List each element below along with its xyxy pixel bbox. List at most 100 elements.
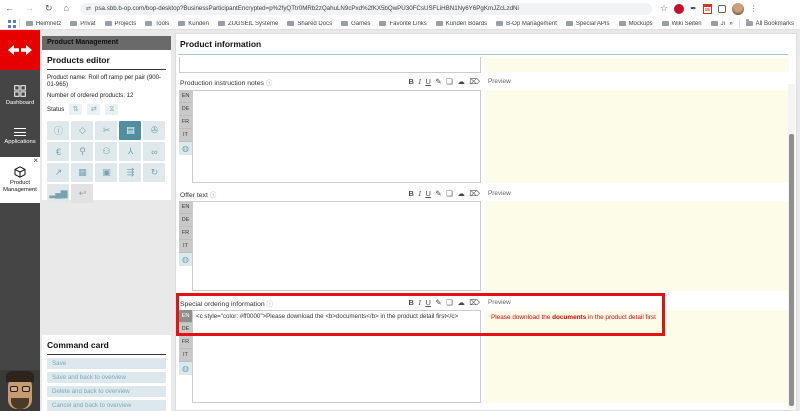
underline-icon[interactable]: U	[425, 189, 430, 198]
tool-mouse-icon[interactable]: ⚇	[95, 142, 117, 161]
lang-tab-fr[interactable]: FR	[179, 336, 192, 349]
bookmark-folder-kunden-boards[interactable]: Kunden Boards	[436, 21, 487, 27]
rail-item-applications[interactable]: Applications	[0, 128, 40, 145]
bold-icon[interactable]: B	[409, 189, 414, 198]
tool-trend-chart-icon[interactable]: ↗	[47, 163, 69, 182]
address-bar[interactable]: ⇄ psa.sbb.b-op.com/bop-desktop?BusinessP…	[80, 3, 652, 15]
tool-document-icon[interactable]: ▤	[119, 121, 141, 140]
bookmark-folder-games[interactable]: Games	[341, 21, 370, 27]
bookmark-folder-projects[interactable]: Projects	[105, 21, 137, 27]
back-icon[interactable]: ←	[5, 0, 14, 17]
bookmark-folder-special-apis[interactable]: Special APIs	[566, 21, 610, 27]
bookmark-folder-privat[interactable]: Privat	[70, 21, 95, 27]
tool-undo-icon[interactable]: ↩	[71, 184, 93, 203]
rail-item-product-management[interactable]: × Product Management	[0, 157, 40, 203]
tool-table-icon[interactable]: ▦	[71, 163, 93, 182]
extensions-icon[interactable]	[718, 5, 726, 13]
trash-icon[interactable]: ⌦	[469, 189, 480, 198]
translate-globe-button[interactable]: ◍	[179, 142, 192, 155]
clipped-editor-above[interactable]	[179, 57, 481, 73]
italic-icon[interactable]: I	[418, 189, 421, 198]
save-button[interactable]: Save	[47, 358, 166, 369]
selection-icon[interactable]: ❏	[446, 298, 453, 307]
bookmark-folder-tools[interactable]: Tools	[145, 21, 169, 27]
bookmarks-overflow-icon[interactable]: »	[729, 21, 732, 27]
tool-bar-chart-icon[interactable]: ▂▄▆	[47, 184, 69, 203]
lang-tab-en[interactable]: EN	[179, 310, 192, 323]
bookmark-star-icon[interactable]: ☆	[660, 3, 668, 14]
cloud-icon[interactable]: ☁	[457, 298, 465, 307]
close-icon[interactable]: ×	[33, 156, 38, 165]
info-icon[interactable]: ⓘ	[267, 301, 274, 308]
lang-tab-fr[interactable]: FR	[179, 227, 192, 240]
bookmark-folder-mockups[interactable]: Mockups	[619, 21, 653, 27]
offer-text-editor[interactable]	[192, 201, 481, 291]
tool-search-icon[interactable]: ⚲	[71, 142, 93, 161]
scrollbar-track[interactable]	[788, 84, 795, 409]
scrollbar-thumb[interactable]	[789, 134, 794, 406]
tool-tag-icon[interactable]: ◇	[71, 121, 93, 140]
site-info-icon[interactable]: ⇄	[86, 5, 91, 12]
tool-hierarchy-icon[interactable]: ⅄	[119, 142, 141, 161]
lang-tab-it[interactable]: IT	[179, 240, 192, 253]
trash-icon[interactable]: ⌦	[469, 77, 480, 86]
bookmark-folder-jira[interactable]: Jira	[711, 21, 726, 27]
browser-menu-icon[interactable]: ⋮	[750, 4, 758, 13]
tool-link-icon[interactable]: ∞	[143, 142, 165, 161]
info-icon[interactable]: ⓘ	[266, 80, 273, 87]
translate-globe-button[interactable]: ◍	[179, 362, 192, 375]
calendar-extension-icon[interactable]: 15	[703, 4, 712, 14]
bookmark-folder-zugseil[interactable]: ZUGSEIL Systeme	[218, 21, 278, 27]
bookmark-folder-bop-management[interactable]: B-Op Management	[496, 21, 557, 27]
rail-item-dashboard[interactable]: Dashboard	[0, 85, 40, 106]
tool-paperclip-icon[interactable]: ✇	[143, 121, 165, 140]
status-swap-arrows-icon[interactable]: ⇄	[87, 104, 100, 115]
pen-extension-icon[interactable]: ✒	[690, 4, 697, 13]
lang-tab-en[interactable]: EN	[179, 201, 192, 214]
pencil-icon[interactable]: ✎	[435, 298, 441, 307]
translate-globe-button[interactable]: ◍	[179, 253, 192, 266]
status-split-arrows-icon[interactable]: ⇅	[69, 104, 82, 115]
lang-tab-de[interactable]: DE	[179, 323, 192, 336]
bookmark-folder-favorite-links[interactable]: Favorite Links	[379, 21, 426, 27]
pencil-icon[interactable]: ✎	[435, 77, 441, 86]
selection-icon[interactable]: ❏	[446, 189, 453, 198]
forward-icon[interactable]: →	[25, 0, 34, 17]
pencil-icon[interactable]: ✎	[435, 189, 441, 198]
tool-sync-icon[interactable]: ↻	[143, 163, 165, 182]
bookmark-folder-shared-docs[interactable]: Shared Docs	[287, 21, 332, 27]
save-and-back-button[interactable]: Save and back to overview	[47, 372, 166, 383]
bookmark-folder-heimnetz[interactable]: Heimnetz	[26, 21, 61, 27]
status-hourglass-icon[interactable]: ⧖	[105, 104, 118, 115]
bookmark-folder-wiki-seiten[interactable]: Wiki Seiten	[662, 21, 702, 27]
user-photo[interactable]	[0, 370, 40, 411]
home-icon[interactable]: ⌂	[64, 0, 69, 17]
lang-tab-it[interactable]: IT	[179, 129, 192, 142]
delete-and-back-button[interactable]: Delete and back to overview	[47, 386, 166, 397]
italic-icon[interactable]: I	[418, 77, 421, 86]
info-icon[interactable]: ⓘ	[210, 192, 217, 199]
underline-icon[interactable]: U	[425, 298, 430, 307]
italic-icon[interactable]: I	[418, 298, 421, 307]
bookmark-folder-kunden[interactable]: Kunden	[178, 21, 209, 27]
production-notes-editor[interactable]	[192, 90, 481, 183]
lang-tab-de[interactable]: DE	[179, 214, 192, 227]
reload-icon[interactable]: ↻	[45, 0, 53, 17]
bold-icon[interactable]: B	[409, 77, 414, 86]
browser-profile-avatar[interactable]	[732, 3, 744, 15]
tool-euro-icon[interactable]: €	[47, 142, 69, 161]
lang-tab-fr[interactable]: FR	[179, 116, 192, 129]
tool-workflow-icon[interactable]: ⇶	[119, 163, 141, 182]
lang-tab-de[interactable]: DE	[179, 103, 192, 116]
special-ordering-editor[interactable]: <c style="color: #ff0000">Please downloa…	[192, 310, 481, 403]
adblock-extension-icon[interactable]	[674, 4, 684, 14]
cloud-icon[interactable]: ☁	[457, 189, 465, 198]
bold-icon[interactable]: B	[409, 298, 414, 307]
tool-scissors-icon[interactable]: ✂	[95, 121, 117, 140]
lang-tab-it[interactable]: IT	[179, 349, 192, 362]
all-bookmarks-button[interactable]: All Bookmarks	[746, 21, 794, 27]
tool-info-icon[interactable]: ⓘ	[47, 121, 69, 140]
cancel-and-back-button[interactable]: Cancel and back to overview	[47, 400, 166, 411]
trash-icon[interactable]: ⌦	[469, 298, 480, 307]
underline-icon[interactable]: U	[425, 77, 430, 86]
